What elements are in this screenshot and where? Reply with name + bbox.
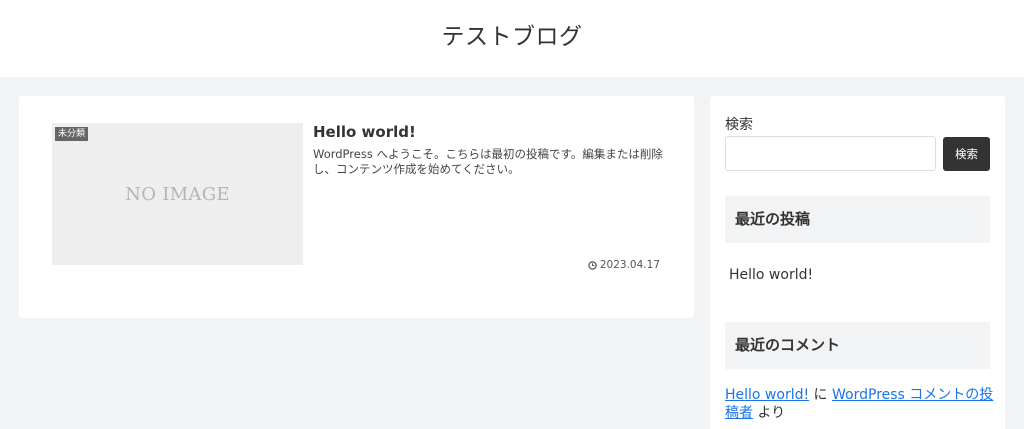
category-badge: 未分類 (55, 127, 89, 141)
entry-snippet: WordPress へようこそ。こちらは最初の投稿です。編集または削除し、コンテ… (313, 147, 663, 176)
entry-date: 2023.04.17 (588, 259, 660, 271)
main-content: NO IMAGE 未分類 Hello world! WordPress へようこ… (19, 96, 694, 318)
comment-post-link[interactable]: Hello world! (725, 387, 809, 403)
comment-on-text: に (809, 387, 833, 403)
recent-posts-heading: 最近の投稿 (725, 196, 990, 243)
entry-card[interactable]: NO IMAGE 未分類 Hello world! WordPress へようこ… (52, 123, 663, 271)
clock-icon (588, 260, 597, 270)
entry-thumbnail[interactable]: NO IMAGE 未分類 (52, 123, 303, 265)
search-button[interactable]: 検索 (943, 137, 990, 171)
site-header: テストブログ (0, 0, 1024, 77)
recent-post-link[interactable]: Hello world! (729, 267, 813, 283)
search-input[interactable] (725, 136, 936, 171)
search-widget-title: 検索 (725, 117, 753, 133)
comment-by-text: より (753, 405, 786, 421)
entry-date-text: 2023.04.17 (599, 259, 660, 271)
no-image-placeholder: NO IMAGE (125, 183, 230, 205)
recent-comment-item: Hello world! に WordPress コメントの投稿者 より (725, 386, 995, 422)
sidebar: 検索 検索 最近の投稿 Hello world! 最近のコメント Hello w… (710, 96, 1005, 429)
entry-title[interactable]: Hello world! (313, 123, 416, 141)
recent-comments-heading: 最近のコメント (725, 322, 990, 369)
site-title[interactable]: テストブログ (442, 17, 583, 51)
